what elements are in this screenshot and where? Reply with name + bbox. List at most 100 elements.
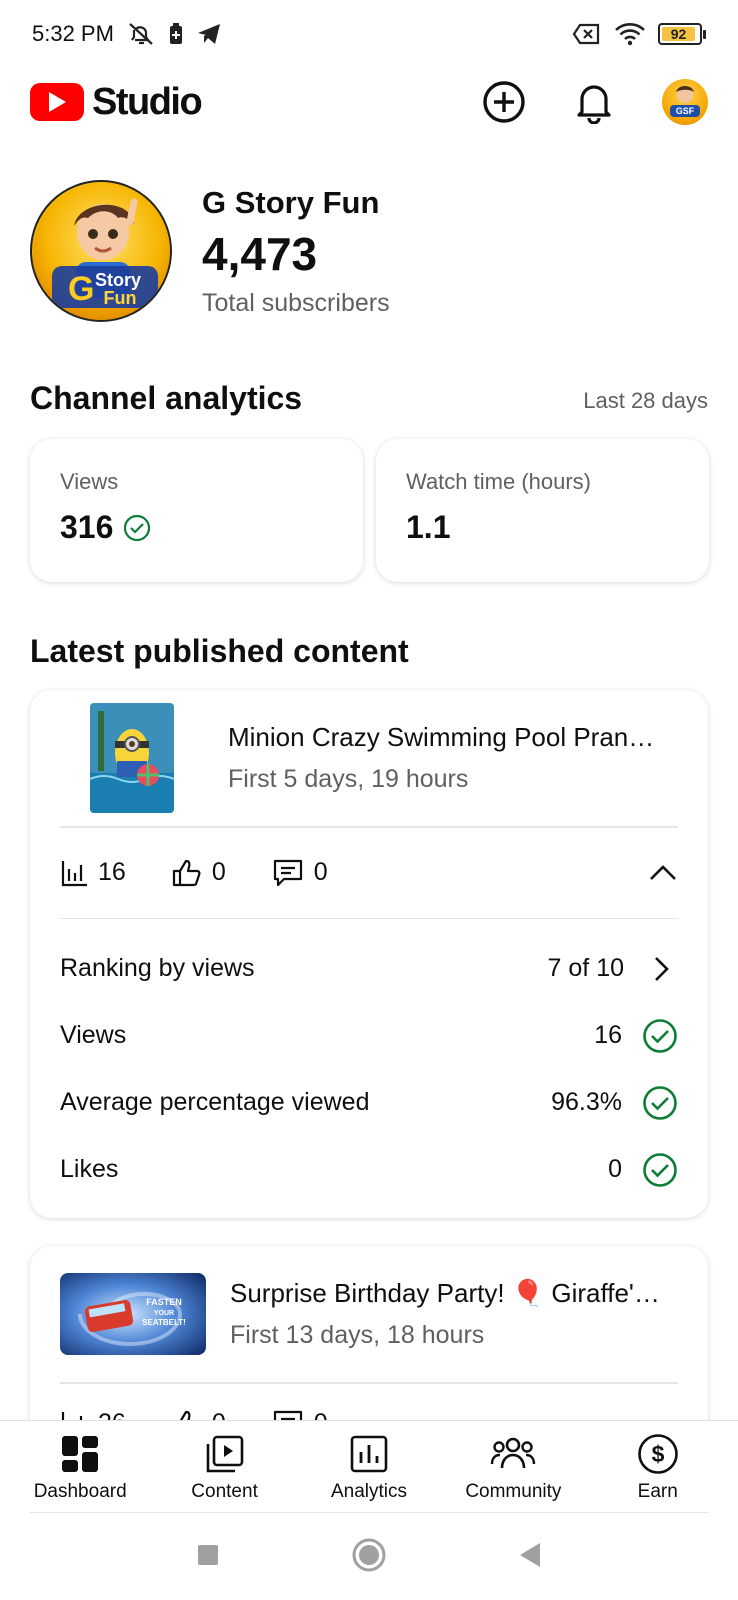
channel-avatar[interactable]: G Story Fun bbox=[30, 180, 172, 322]
analytics-icon bbox=[350, 1435, 388, 1472]
svg-text:Story: Story bbox=[95, 270, 141, 290]
avg-viewed-value: 96.3% bbox=[551, 1088, 622, 1116]
avg-viewed-row: Average percentage viewed 96.3% bbox=[30, 1069, 708, 1136]
channel-name: G Story Fun bbox=[202, 184, 380, 220]
check-circle-icon bbox=[643, 1085, 677, 1120]
ranking-label: Ranking by views bbox=[60, 954, 255, 982]
content-icon bbox=[206, 1435, 243, 1472]
channel-logo-icon: GSF bbox=[670, 86, 700, 117]
no-sim-icon bbox=[572, 22, 602, 46]
ranking-row[interactable]: Ranking by views 7 of 10 bbox=[30, 935, 708, 1002]
chevron-right-icon bbox=[655, 956, 669, 981]
likes-count: 0 bbox=[211, 858, 226, 886]
home-circle-icon bbox=[352, 1538, 386, 1571]
video-period: First 13 days, 18 hours bbox=[230, 1321, 485, 1349]
nav-dashboard-label: Dashboard bbox=[33, 1480, 127, 1502]
minion-thumbnail-icon bbox=[90, 703, 174, 813]
notifications-button[interactable] bbox=[572, 80, 616, 124]
video-metrics: 16 0 0 bbox=[30, 828, 708, 918]
channel-analytics-heading: Channel analytics bbox=[30, 380, 303, 416]
svg-text:$: $ bbox=[651, 1441, 664, 1467]
bar-chart-icon bbox=[61, 860, 87, 886]
date-range-label: Last 28 days bbox=[583, 388, 708, 413]
watch-time-label: Watch time (hours) bbox=[406, 469, 592, 494]
nav-analytics[interactable]: Analytics bbox=[304, 1433, 434, 1503]
back-button[interactable] bbox=[517, 1541, 543, 1574]
chevron-up-icon bbox=[650, 864, 676, 880]
video-period: First 5 days, 19 hours bbox=[228, 765, 469, 793]
telegram-icon bbox=[196, 22, 222, 46]
nav-community[interactable]: Community bbox=[448, 1433, 578, 1503]
notifications-muted-icon bbox=[126, 21, 156, 47]
check-circle-icon bbox=[643, 1018, 677, 1053]
watch-time-card[interactable]: Watch time (hours) 1.1 bbox=[376, 439, 709, 582]
recent-apps-button[interactable] bbox=[195, 1542, 221, 1573]
create-button[interactable] bbox=[482, 80, 526, 124]
square-icon bbox=[198, 1544, 218, 1565]
comments-metric: 0 bbox=[272, 858, 328, 888]
battery-saver-icon bbox=[168, 22, 184, 46]
battery-indicator: 92 bbox=[658, 23, 706, 45]
community-icon bbox=[491, 1437, 536, 1468]
likes-row: Likes 0 bbox=[30, 1136, 708, 1203]
views-row: Views 16 bbox=[30, 1002, 708, 1069]
likes-detail-label: Likes bbox=[60, 1155, 119, 1183]
svg-text:SEATBELT!: SEATBELT! bbox=[142, 1318, 186, 1327]
bell-icon bbox=[577, 85, 611, 124]
comment-icon bbox=[273, 859, 302, 886]
video-header[interactable]: Minion Crazy Swimming Pool Prank ... Fir… bbox=[30, 690, 708, 826]
latest-content-heading: Latest published content bbox=[30, 633, 409, 669]
comments-count: 0 bbox=[313, 858, 328, 886]
status-bar: 5:32 PM 92 bbox=[0, 0, 738, 68]
collapse-button[interactable] bbox=[648, 863, 678, 883]
svg-text:G: G bbox=[68, 270, 94, 308]
svg-text:GSF: GSF bbox=[676, 106, 695, 116]
youtube-play-icon bbox=[30, 83, 84, 121]
svg-text:Fun: Fun bbox=[104, 288, 137, 308]
nav-content[interactable]: Content bbox=[160, 1433, 290, 1503]
video-thumbnail[interactable]: FASTEN YOUR SEATBELT! bbox=[60, 1273, 206, 1355]
views-metric: 16 bbox=[60, 858, 126, 887]
ranking-value: 7 of 10 bbox=[547, 954, 624, 982]
nav-community-label: Community bbox=[465, 1480, 562, 1502]
views-count: 16 bbox=[98, 858, 126, 886]
system-navigation bbox=[0, 1514, 738, 1600]
check-circle-icon bbox=[643, 1152, 677, 1187]
home-button[interactable] bbox=[351, 1537, 387, 1578]
nav-content-label: Content bbox=[191, 1480, 258, 1502]
add-circle-icon bbox=[483, 81, 525, 123]
back-triangle-icon bbox=[520, 1542, 540, 1567]
studio-brand-text: Studio bbox=[92, 80, 203, 123]
views-card[interactable]: Views 316 bbox=[30, 439, 363, 582]
watch-time-value: 1.1 bbox=[406, 509, 451, 545]
views-detail-value: 16 bbox=[594, 1021, 622, 1049]
dashboard-icon bbox=[62, 1435, 99, 1472]
bottom-navigation: Dashboard Content Analytics Community $ … bbox=[0, 1420, 738, 1514]
video-title: Minion Crazy Swimming Pool Prank ... bbox=[228, 722, 658, 752]
studio-logo[interactable]: Studio bbox=[30, 80, 203, 124]
subscriber-label: Total subscribers bbox=[202, 288, 390, 317]
app-header: Studio GSF bbox=[0, 70, 738, 134]
battery-level: 92 bbox=[662, 26, 696, 42]
bus-thumbnail-icon: FASTEN YOUR SEATBELT! bbox=[60, 1273, 206, 1355]
nav-analytics-label: Analytics bbox=[330, 1480, 407, 1502]
subscriber-count: 4,473 bbox=[202, 227, 318, 280]
video-header[interactable]: FASTEN YOUR SEATBELT! Surprise Birthday … bbox=[30, 1246, 708, 1382]
channel-logo-icon: G Story Fun bbox=[33, 183, 170, 320]
account-avatar[interactable]: GSF bbox=[662, 79, 708, 125]
channel-summary: G Story Fun G Story Fun 4,473 Total subs… bbox=[30, 180, 390, 322]
views-detail-label: Views bbox=[60, 1021, 127, 1049]
likes-metric: 0 bbox=[172, 858, 226, 887]
dollar-circle-icon: $ bbox=[637, 1433, 678, 1474]
thumbs-up-icon bbox=[172, 859, 201, 886]
status-time: 5:32 PM bbox=[32, 21, 114, 46]
video-thumbnail[interactable] bbox=[90, 703, 174, 813]
nav-earn[interactable]: $ Earn bbox=[593, 1433, 723, 1503]
avg-viewed-label: Average percentage viewed bbox=[60, 1088, 370, 1116]
nav-dashboard[interactable]: Dashboard bbox=[15, 1433, 145, 1503]
video-title: Surprise Birthday Party! 🎈 Giraffe's ... bbox=[230, 1278, 668, 1308]
wifi-icon bbox=[614, 22, 646, 46]
views-label: Views bbox=[60, 469, 119, 494]
nav-earn-label: Earn bbox=[637, 1480, 678, 1502]
divider bbox=[30, 1512, 708, 1513]
